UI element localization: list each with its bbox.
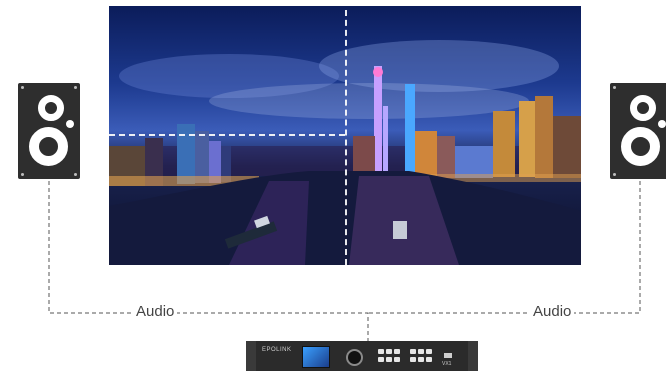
speaker-tweeter (38, 95, 64, 121)
video-processor-icon: EPOLINK VX1 (246, 341, 478, 371)
controller-knob (346, 349, 363, 366)
controller-button (378, 357, 384, 362)
rack-ear-right (468, 341, 478, 371)
controller-button (410, 357, 416, 362)
controller-button (378, 349, 384, 354)
screen-vertical-split-line (345, 0, 347, 265)
controller-button (426, 357, 432, 362)
controller-lcd (302, 346, 330, 368)
speaker-left-icon (18, 83, 80, 179)
speaker-right-icon (610, 83, 666, 179)
controller-button (394, 357, 400, 362)
controller-button (386, 357, 392, 362)
speaker-tweeter (630, 95, 656, 121)
controller-model: VX1 (442, 361, 452, 367)
controller-button (394, 349, 400, 354)
controller-button (426, 349, 432, 354)
controller-button (410, 349, 416, 354)
speaker-indicator (658, 120, 666, 128)
controller-brand: EPOLINK (262, 347, 292, 353)
audio-label-right: Audio (530, 303, 575, 320)
controller-button (418, 357, 424, 362)
speaker-woofer (29, 127, 68, 166)
usb-port (444, 353, 452, 358)
screen-horizontal-split-line (109, 134, 345, 136)
diagram-canvas: Audio Audio EPOLINK VX1 (0, 0, 666, 371)
speaker-indicator (66, 120, 74, 128)
controller-button (418, 349, 424, 354)
audio-label-left: Audio (133, 303, 178, 320)
rack-ear-left (246, 341, 256, 371)
speaker-woofer (621, 127, 660, 166)
controller-button (386, 349, 392, 354)
